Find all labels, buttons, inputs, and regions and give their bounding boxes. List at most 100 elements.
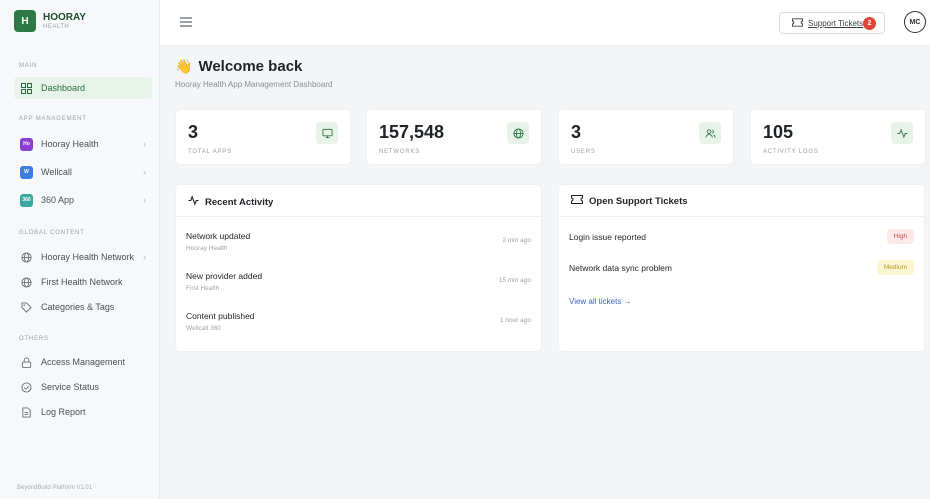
sidebar-item-label: First Health Network [41,277,123,287]
sidebar-item-label: Categories & Tags [41,302,115,312]
check-circle-icon [20,381,33,394]
chevron-right-icon: › [143,252,146,262]
activity-item[interactable]: Network updated Hooray Health 2 min ago [186,231,531,261]
sidebar-item-hooray-health[interactable]: Ho Hooray Health › [14,133,152,155]
activity-source: First Health [186,285,220,292]
sidebar-item-log-report[interactable]: Log Report [14,401,152,423]
stat-label: NETWORKS [379,149,421,155]
sidebar: H HOORAY HEALTH MAIN Dashboard APP MANAG… [0,0,160,499]
brand-logo: H [14,10,36,32]
stat-value: 3 [188,122,199,142]
menu-toggle-icon[interactable] [180,17,192,27]
lock-icon [20,356,33,369]
stat-value: 3 [571,122,582,142]
stat-card-activity-logs[interactable]: 105 ACTIVITY LOGS [750,109,926,165]
chevron-right-icon: › [143,195,146,205]
section-label-others: OTHERS [19,336,49,342]
stat-value: 105 [763,122,794,142]
brand[interactable]: H HOORAY HEALTH [14,10,86,32]
support-tickets-label: Support Tickets [808,18,864,28]
sidebar-item-label: Dashboard [41,83,86,93]
chevron-right-icon: › [143,167,146,177]
brand-subtitle: HEALTH [43,23,70,30]
ticket-title: Network data sync problem [569,263,672,273]
app-badge-icon: Ho [20,137,33,151]
sidebar-item-categories-tags[interactable]: Categories & Tags [14,296,152,318]
support-tickets-button[interactable]: Support Tickets 2 [779,12,885,34]
sidebar-item-label: Access Management [41,357,126,367]
sidebar-item-label: Hooray Health Network [41,252,135,262]
notification-count-badge: 2 [863,17,876,30]
panel-title: Recent Activity [188,195,273,209]
activity-icon [188,195,199,209]
page-title: Welcome back [198,58,303,75]
users-icon [699,122,721,144]
sidebar-item-dashboard[interactable]: Dashboard [14,77,152,99]
activity-item[interactable]: New provider added First Health 15 min a… [186,271,531,301]
globe-icon [507,122,529,144]
globe-icon [20,276,33,289]
sidebar-item-wellcall[interactable]: W Wellcall › [14,161,152,183]
recent-activity-panel: Recent Activity Network updated Hooray H… [175,184,542,352]
priority-badge: High [886,229,914,244]
sidebar-item-first-health-network[interactable]: First Health Network [14,271,152,293]
ticket-title: Login issue reported [569,232,647,242]
activity-time: 15 min ago [498,277,531,284]
ticket-icon [571,195,583,207]
document-icon [20,406,33,419]
section-label-app-management: APP MANAGEMENT [19,116,87,122]
activity-time: 1 hour ago [499,317,531,324]
stat-card-networks[interactable]: 157,548 NETWORKS [366,109,542,165]
panel-title-text: Open Support Tickets [589,195,688,207]
app-badge-icon: 360 [20,193,33,207]
topbar: Support Tickets 2 MC [160,0,930,46]
user-avatar[interactable]: MC [904,11,926,33]
sidebar-item-label: 360 App [41,195,75,205]
activity-icon [891,122,913,144]
activity-item[interactable]: Content published Wellcall 360 1 hour ag… [186,311,531,341]
section-label-global-content: GLOBAL CONTENT [19,230,85,236]
ticket-icon [792,17,803,29]
activity-title: New provider added [186,271,263,281]
activity-source: Hooray Health [186,245,228,252]
sidebar-item-label: Service Status [41,382,100,392]
sidebar-item-service-status[interactable]: Service Status [14,376,152,398]
welcome-heading: 👋 Welcome back [175,58,302,75]
stat-value: 157,548 [379,122,445,142]
divider [559,216,924,217]
stat-label: USERS [571,149,596,155]
activity-source: Wellcall 360 [186,325,221,332]
platform-version: BeyondBuild Platform V1.01 [17,485,93,491]
ticket-row[interactable]: Login issue reported High [569,229,914,245]
sidebar-item-hooray-health-network[interactable]: Hooray Health Network › [14,246,152,268]
priority-badge: Medium [876,260,914,275]
sidebar-item-label: Log Report [41,407,86,417]
sidebar-item-label: Hooray Health [41,139,99,149]
panel-title-text: Recent Activity [205,196,274,208]
panel-title: Open Support Tickets [571,195,688,207]
sidebar-item-access-management[interactable]: Access Management [14,351,152,373]
support-tickets-panel: Open Support Tickets Login issue reporte… [558,184,925,352]
chevron-right-icon: › [143,139,146,149]
brand-name: HOORAY [43,11,86,23]
grid-icon [20,82,33,95]
ticket-row[interactable]: Network data sync problem Medium [569,260,914,276]
sidebar-item-label: Wellcall [41,167,72,177]
monitor-icon [316,122,338,144]
stat-label: ACTIVITY LOGS [763,149,819,155]
activity-title: Content published [186,311,255,321]
view-all-tickets-link[interactable]: View all tickets → [569,297,632,306]
stat-label: TOTAL APPS [188,149,232,155]
page-subtitle: Hooray Health App Management Dashboard [175,80,333,89]
app-badge-icon: W [20,165,33,179]
divider [176,216,541,217]
waving-hand-icon: 👋 [175,58,193,74]
stat-card-total-apps[interactable]: 3 TOTAL APPS [175,109,351,165]
tag-icon [20,301,33,314]
sidebar-item-360-app[interactable]: 360 360 App › [14,189,152,211]
activity-time: 2 min ago [502,237,531,244]
globe-icon [20,251,33,264]
activity-title: Network updated [186,231,251,241]
stat-card-users[interactable]: 3 USERS [558,109,734,165]
section-label-main: MAIN [19,63,38,69]
